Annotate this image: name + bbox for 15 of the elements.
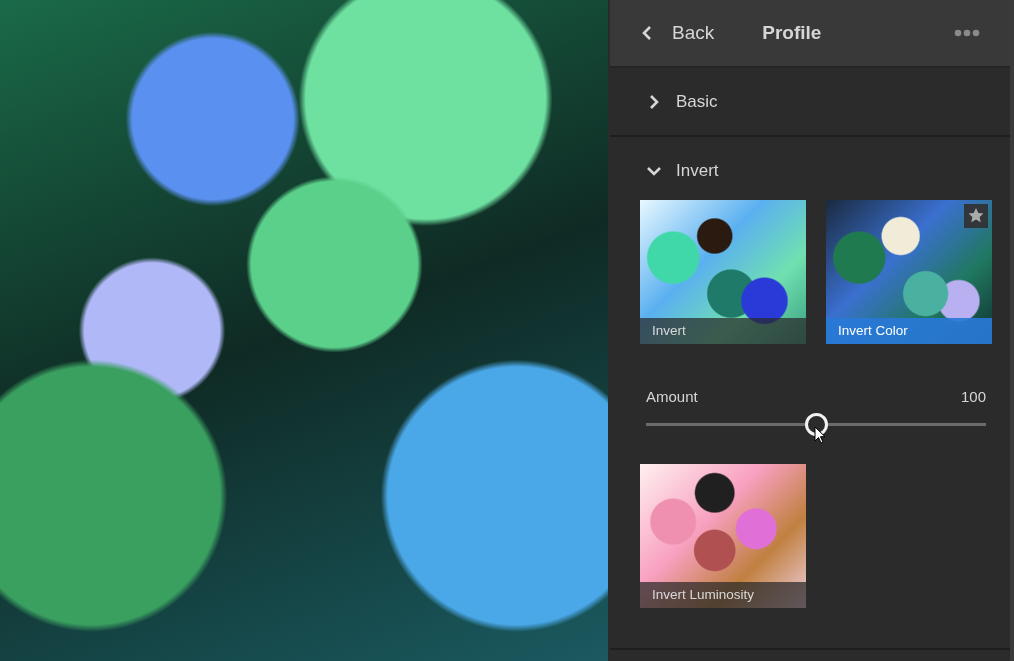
- profile-label: Invert Luminosity: [640, 582, 806, 608]
- profile-thumbnail[interactable]: Invert Luminosity: [640, 464, 806, 608]
- star-icon[interactable]: [964, 204, 988, 228]
- back-button[interactable]: Back: [610, 13, 715, 53]
- profile-label: Invert: [640, 318, 806, 344]
- amount-value: 100: [960, 388, 986, 407]
- chevron-left-icon: [642, 25, 652, 41]
- more-icon[interactable]: [954, 29, 980, 37]
- profile-label: Invert Color: [826, 318, 992, 344]
- profile-thumbnail[interactable]: Invert Color: [826, 200, 992, 344]
- cursor-icon: [814, 426, 826, 444]
- section-header[interactable]: Basic: [610, 68, 724, 135]
- panel-title: Profile: [762, 22, 822, 44]
- profile-thumbnail[interactable]: Invert: [640, 200, 806, 344]
- amount-label: Amount: [646, 388, 698, 407]
